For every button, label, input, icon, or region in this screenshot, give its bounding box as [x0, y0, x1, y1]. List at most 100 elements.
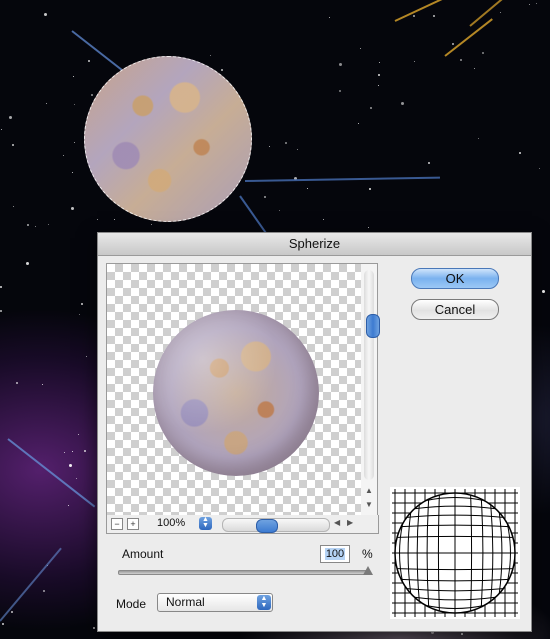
- selected-planet-layer[interactable]: [84, 56, 252, 222]
- minus-icon: −: [114, 519, 120, 529]
- star: [285, 142, 287, 144]
- vertical-scroll-thumb[interactable]: [366, 314, 380, 338]
- star: [74, 104, 75, 105]
- star: [9, 116, 12, 119]
- preview-zoom-bar: − + 100% ▲ ▼ ◀ ▶: [106, 515, 379, 534]
- star: [536, 3, 537, 4]
- star: [97, 219, 98, 220]
- star: [78, 434, 79, 435]
- updown-arrows-icon: ▲ ▼: [257, 595, 271, 610]
- spherize-grid-icon: [390, 487, 520, 619]
- star: [474, 68, 475, 69]
- star: [151, 224, 152, 225]
- star: [428, 162, 430, 164]
- star: [46, 103, 47, 104]
- star: [323, 219, 324, 220]
- star: [0, 310, 2, 312]
- horizontal-scroll-thumb[interactable]: [256, 519, 278, 533]
- star: [73, 76, 74, 77]
- star: [72, 451, 73, 452]
- star: [369, 188, 371, 190]
- star: [414, 61, 415, 62]
- star: [519, 152, 521, 154]
- star: [329, 17, 330, 18]
- scroll-left-icon[interactable]: ◀: [334, 518, 340, 527]
- star: [379, 62, 380, 63]
- star: [44, 13, 47, 16]
- star: [42, 384, 43, 385]
- cancel-button[interactable]: Cancel: [411, 299, 499, 320]
- star: [401, 102, 404, 105]
- amount-slider-thumb[interactable]: [363, 566, 373, 575]
- scroll-up-icon[interactable]: ▲: [365, 486, 373, 495]
- star: [358, 123, 359, 124]
- star: [378, 85, 379, 86]
- star: [86, 356, 87, 357]
- star: [1, 129, 2, 130]
- star: [221, 69, 223, 71]
- filter-preview[interactable]: [106, 263, 363, 517]
- plus-icon: +: [130, 519, 136, 529]
- horizontal-scroll-track[interactable]: [222, 518, 330, 533]
- star: [27, 224, 29, 226]
- star: [48, 224, 49, 225]
- star: [433, 15, 435, 17]
- star: [264, 196, 266, 198]
- star: [68, 505, 69, 506]
- amount-unit: %: [362, 547, 373, 561]
- star: [297, 149, 298, 150]
- star: [11, 611, 13, 613]
- amount-slider-track[interactable]: [118, 570, 370, 575]
- star: [482, 52, 484, 54]
- mode-value: Normal: [166, 595, 205, 609]
- star: [76, 478, 77, 479]
- star: [370, 107, 372, 109]
- star: [71, 207, 74, 210]
- dialog-title[interactable]: Spherize: [98, 233, 531, 256]
- star: [72, 172, 73, 173]
- star: [307, 188, 308, 189]
- mode-label: Mode: [116, 597, 147, 611]
- spherize-dialog: Spherize ▲ ▼ − + 100% ▲ ▼ ◀ ▶ OK Cancel A…: [97, 232, 532, 632]
- star: [79, 314, 80, 315]
- star: [81, 303, 83, 305]
- star: [269, 146, 270, 147]
- zoom-dropdown-arrows-icon[interactable]: ▲ ▼: [199, 516, 212, 530]
- zoom-out-button[interactable]: −: [111, 518, 123, 530]
- amount-value: 100: [324, 548, 346, 560]
- star: [114, 219, 115, 220]
- star: [542, 290, 545, 293]
- zoom-level: 100%: [157, 517, 186, 529]
- mode-select[interactable]: Normal ▲ ▼: [157, 593, 273, 612]
- star: [210, 55, 211, 56]
- amount-input[interactable]: 100: [320, 545, 350, 563]
- scroll-down-icon[interactable]: ▼: [365, 500, 373, 509]
- star: [500, 12, 501, 13]
- scroll-right-icon[interactable]: ▶: [347, 518, 353, 527]
- star: [279, 210, 280, 211]
- star: [339, 90, 341, 92]
- star: [43, 590, 45, 592]
- ok-button[interactable]: OK: [411, 268, 499, 289]
- star: [13, 206, 14, 207]
- star: [539, 168, 540, 169]
- star: [529, 4, 530, 5]
- star: [452, 43, 454, 45]
- zoom-in-button[interactable]: +: [127, 518, 139, 530]
- star: [69, 464, 72, 467]
- star: [35, 226, 36, 227]
- star: [64, 452, 65, 453]
- star: [413, 15, 415, 17]
- star: [461, 633, 463, 635]
- star: [91, 94, 93, 96]
- star: [16, 382, 18, 384]
- star: [2, 623, 4, 625]
- star: [63, 155, 64, 156]
- vertical-scroll-track[interactable]: [364, 270, 380, 480]
- star: [339, 63, 342, 66]
- star: [88, 60, 90, 62]
- star: [12, 144, 14, 146]
- star: [378, 74, 380, 76]
- star: [26, 262, 29, 265]
- preview-vertical-scrollbar[interactable]: ▲ ▼: [361, 263, 380, 517]
